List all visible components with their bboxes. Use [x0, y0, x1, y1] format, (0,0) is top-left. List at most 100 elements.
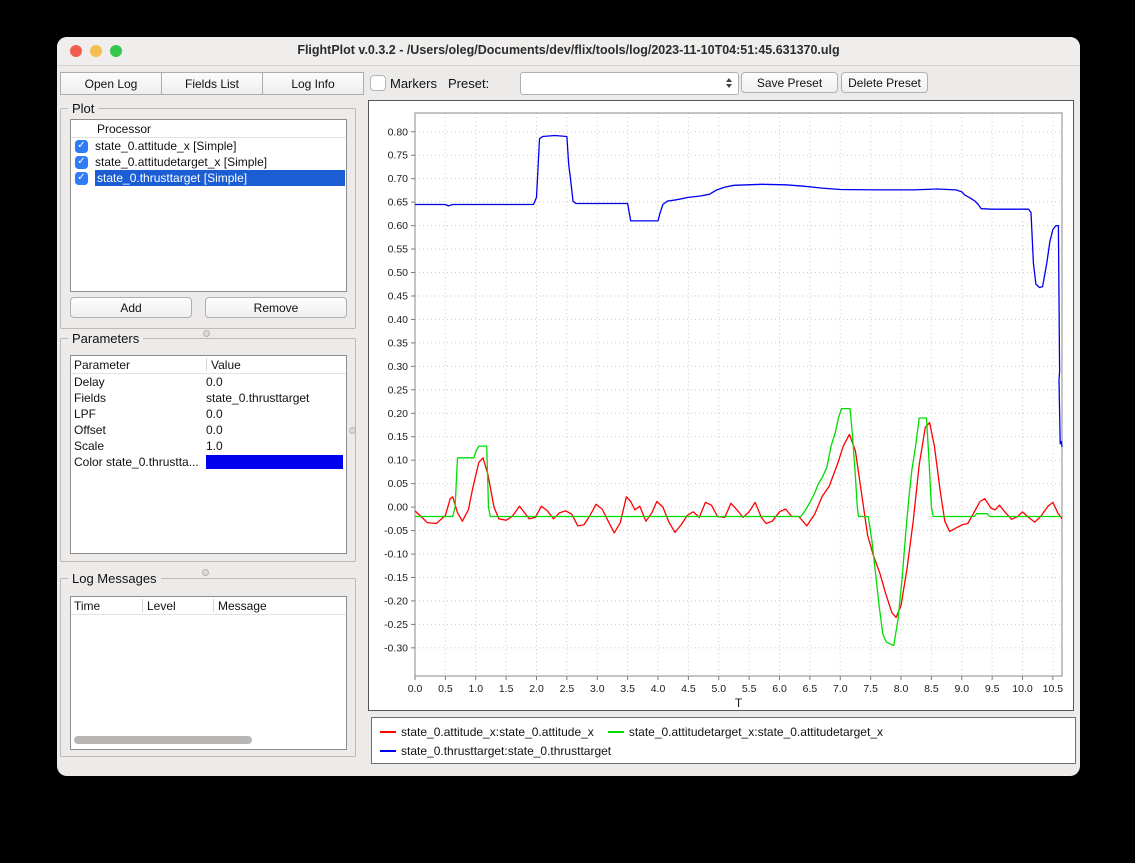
log-info-button[interactable]: Log Info: [262, 72, 364, 95]
combobox-stepper-icon[interactable]: [721, 75, 736, 90]
save-preset-button[interactable]: Save Preset: [741, 72, 838, 93]
svg-text:10.5: 10.5: [1043, 683, 1064, 695]
svg-text:-0.15: -0.15: [384, 572, 408, 584]
svg-text:0.60: 0.60: [388, 220, 409, 232]
log-col-message: Message: [218, 599, 346, 613]
checked-checkbox-icon[interactable]: ✓: [75, 172, 88, 185]
svg-text:0.30: 0.30: [388, 361, 409, 373]
column-divider: [206, 358, 207, 371]
parameter-value: 0.0: [206, 407, 346, 421]
svg-text:8.5: 8.5: [924, 683, 939, 695]
chart-panel[interactable]: 0.800.750.700.650.600.550.500.450.400.35…: [368, 100, 1074, 711]
splitter-handle[interactable]: [202, 569, 209, 576]
processor-list-item[interactable]: ✓ state_0.attitudetarget_x [Simple]: [71, 154, 346, 170]
svg-text:1.0: 1.0: [468, 683, 483, 695]
svg-text:9.0: 9.0: [954, 683, 969, 695]
parameter-row[interactable]: Delay0.0: [71, 374, 346, 390]
parameter-name: Delay: [71, 375, 206, 389]
plot-group-title: Plot: [68, 101, 98, 116]
svg-text:0.75: 0.75: [388, 150, 409, 162]
column-divider: [142, 599, 143, 612]
legend-label: state_0.thrusttarget:state_0.thrusttarge…: [401, 744, 611, 758]
chart-svg[interactable]: 0.800.750.700.650.600.550.500.450.400.35…: [369, 101, 1073, 710]
parameter-value: 0.0: [206, 423, 346, 437]
svg-text:-0.20: -0.20: [384, 595, 408, 607]
parameter-name: Offset: [71, 423, 206, 437]
title-bar[interactable]: FlightPlot v.0.3.2 - /Users/oleg/Documen…: [57, 37, 1080, 66]
svg-text:0.00: 0.00: [388, 502, 409, 514]
processor-item-label: state_0.thrusttarget [Simple]: [95, 170, 345, 186]
chevron-up-icon: [726, 78, 732, 82]
window-title: FlightPlot v.0.3.2 - /Users/oleg/Documen…: [57, 43, 1080, 57]
log-messages-table[interactable]: Time Level Message: [70, 596, 347, 750]
svg-text:0.25: 0.25: [388, 384, 409, 396]
parameters-col-value: Value: [211, 358, 346, 372]
parameter-row[interactable]: Fieldsstate_0.thrusttarget: [71, 390, 346, 406]
checked-checkbox-icon[interactable]: ✓: [75, 156, 88, 169]
markers-label: Markers: [390, 76, 437, 91]
svg-text:T: T: [735, 696, 743, 710]
svg-text:0.65: 0.65: [388, 197, 409, 209]
legend-item: state_0.thrusttarget:state_0.thrusttarge…: [380, 744, 611, 758]
preset-combobox[interactable]: [520, 72, 739, 95]
svg-text:0.45: 0.45: [388, 290, 409, 302]
svg-text:5.0: 5.0: [711, 683, 726, 695]
svg-text:7.0: 7.0: [833, 683, 848, 695]
legend-line-swatch: [608, 731, 624, 733]
svg-text:0.0: 0.0: [408, 683, 423, 695]
column-divider: [213, 599, 214, 612]
color-swatch[interactable]: [206, 455, 343, 469]
legend-item: state_0.attitudetarget_x:state_0.attitud…: [608, 725, 883, 739]
chevron-down-icon: [726, 84, 732, 88]
chart-legend: state_0.attitude_x:state_0.attitude_xsta…: [371, 717, 1076, 764]
legend-label: state_0.attitudetarget_x:state_0.attitud…: [629, 725, 883, 739]
processor-list-item[interactable]: ✓state_0.attitude_x [Simple]: [71, 138, 346, 154]
svg-text:1.5: 1.5: [499, 683, 514, 695]
svg-text:8.0: 8.0: [894, 683, 909, 695]
toolbar-button-group: Open Log Fields List Log Info: [60, 72, 364, 95]
markers-checkbox[interactable]: [370, 75, 386, 91]
horizontal-scrollbar[interactable]: [74, 736, 252, 744]
svg-text:0.20: 0.20: [388, 408, 409, 420]
parameter-name: Scale: [71, 439, 206, 453]
legend-row: state_0.thrusttarget:state_0.thrusttarge…: [380, 741, 1067, 760]
remove-button[interactable]: Remove: [205, 297, 347, 318]
parameter-row[interactable]: LPF0.0: [71, 406, 346, 422]
checked-checkbox-icon[interactable]: ✓: [75, 140, 88, 153]
fields-list-button[interactable]: Fields List: [161, 72, 262, 95]
log-col-level: Level: [147, 599, 213, 613]
svg-text:6.0: 6.0: [772, 683, 787, 695]
parameter-row[interactable]: Scale1.0: [71, 438, 346, 454]
svg-text:0.05: 0.05: [388, 478, 409, 490]
svg-text:7.5: 7.5: [863, 683, 878, 695]
svg-text:0.80: 0.80: [388, 126, 409, 138]
svg-text:2.5: 2.5: [560, 683, 575, 695]
svg-text:-0.05: -0.05: [384, 525, 408, 537]
svg-text:0.10: 0.10: [388, 455, 409, 467]
open-log-button[interactable]: Open Log: [60, 72, 161, 95]
legend-line-swatch: [380, 750, 396, 752]
parameters-table[interactable]: Parameter Value Delay0.0Fieldsstate_0.th…: [70, 355, 347, 554]
svg-text:0.70: 0.70: [388, 173, 409, 185]
parameters-col-parameter: Parameter: [71, 358, 206, 372]
svg-text:10.0: 10.0: [1012, 683, 1033, 695]
processor-list-item[interactable]: ✓ state_0.thrusttarget [Simple]: [71, 170, 346, 186]
processor-list[interactable]: Processor ✓state_0.attitude_x [Simple]✓s…: [70, 119, 347, 292]
svg-text:-0.30: -0.30: [384, 642, 408, 654]
svg-text:0.50: 0.50: [388, 267, 409, 279]
parameter-row[interactable]: Offset0.0: [71, 422, 346, 438]
parameter-value: 1.0: [206, 439, 346, 453]
processor-item-label: state_0.attitudetarget_x [Simple]: [95, 155, 267, 169]
app-window: FlightPlot v.0.3.2 - /Users/oleg/Documen…: [57, 37, 1080, 776]
parameters-group-title: Parameters: [68, 331, 143, 346]
svg-text:-0.25: -0.25: [384, 619, 408, 631]
svg-text:5.5: 5.5: [742, 683, 757, 695]
log-col-time: Time: [71, 599, 142, 613]
parameters-group: Parameters Parameter Value Delay0.0Field…: [60, 338, 356, 562]
preset-label: Preset:: [448, 76, 489, 91]
delete-preset-button[interactable]: Delete Preset: [841, 72, 928, 93]
add-button[interactable]: Add: [70, 297, 192, 318]
splitter-handle[interactable]: [203, 330, 210, 337]
parameter-row-color[interactable]: Color state_0.thrustta...: [71, 454, 346, 470]
splitter-handle[interactable]: [349, 427, 356, 434]
